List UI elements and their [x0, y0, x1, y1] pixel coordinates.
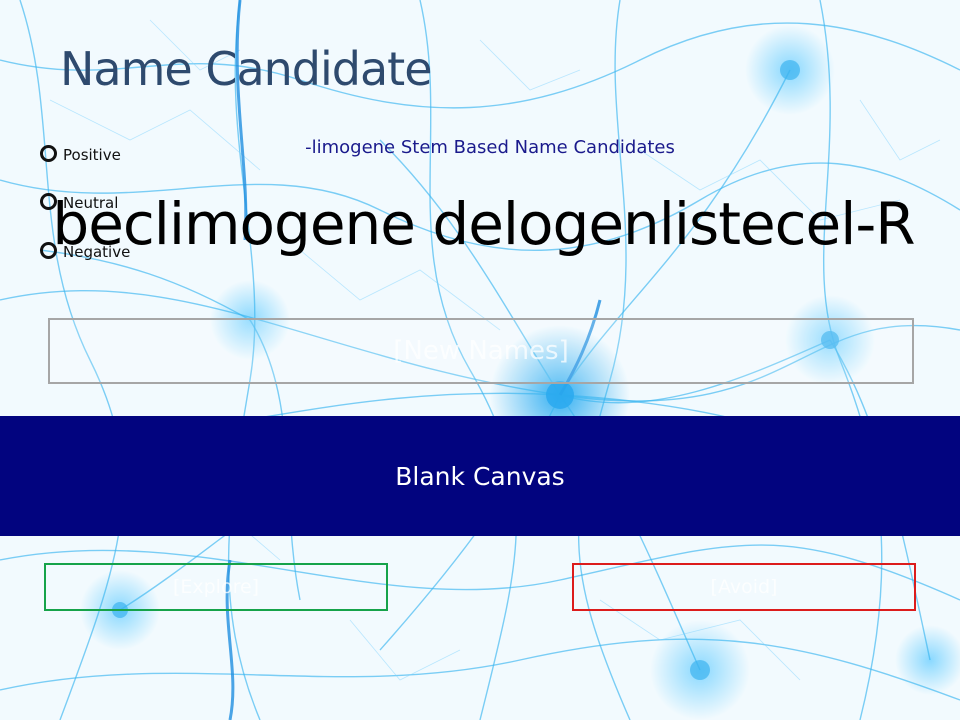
radio-option-positive[interactable]: Positive — [40, 143, 180, 165]
candidates-subtitle: -limogene Stem Based Name Candidates — [305, 137, 675, 158]
blank-canvas-label: Blank Canvas — [395, 461, 565, 491]
avoid-button[interactable]: [Avoid] — [572, 563, 916, 611]
page-title: Name Candidate — [60, 42, 432, 96]
new-names-button[interactable]: [New Names] — [48, 318, 914, 384]
explore-button[interactable]: [Explore] — [44, 563, 388, 611]
radio-circle-icon[interactable] — [40, 145, 57, 162]
blank-canvas-button[interactable]: Blank Canvas — [0, 416, 960, 536]
candidate-name: beclimogene delogenlistecel-R — [52, 190, 915, 258]
radio-label-positive: Positive — [63, 146, 121, 164]
